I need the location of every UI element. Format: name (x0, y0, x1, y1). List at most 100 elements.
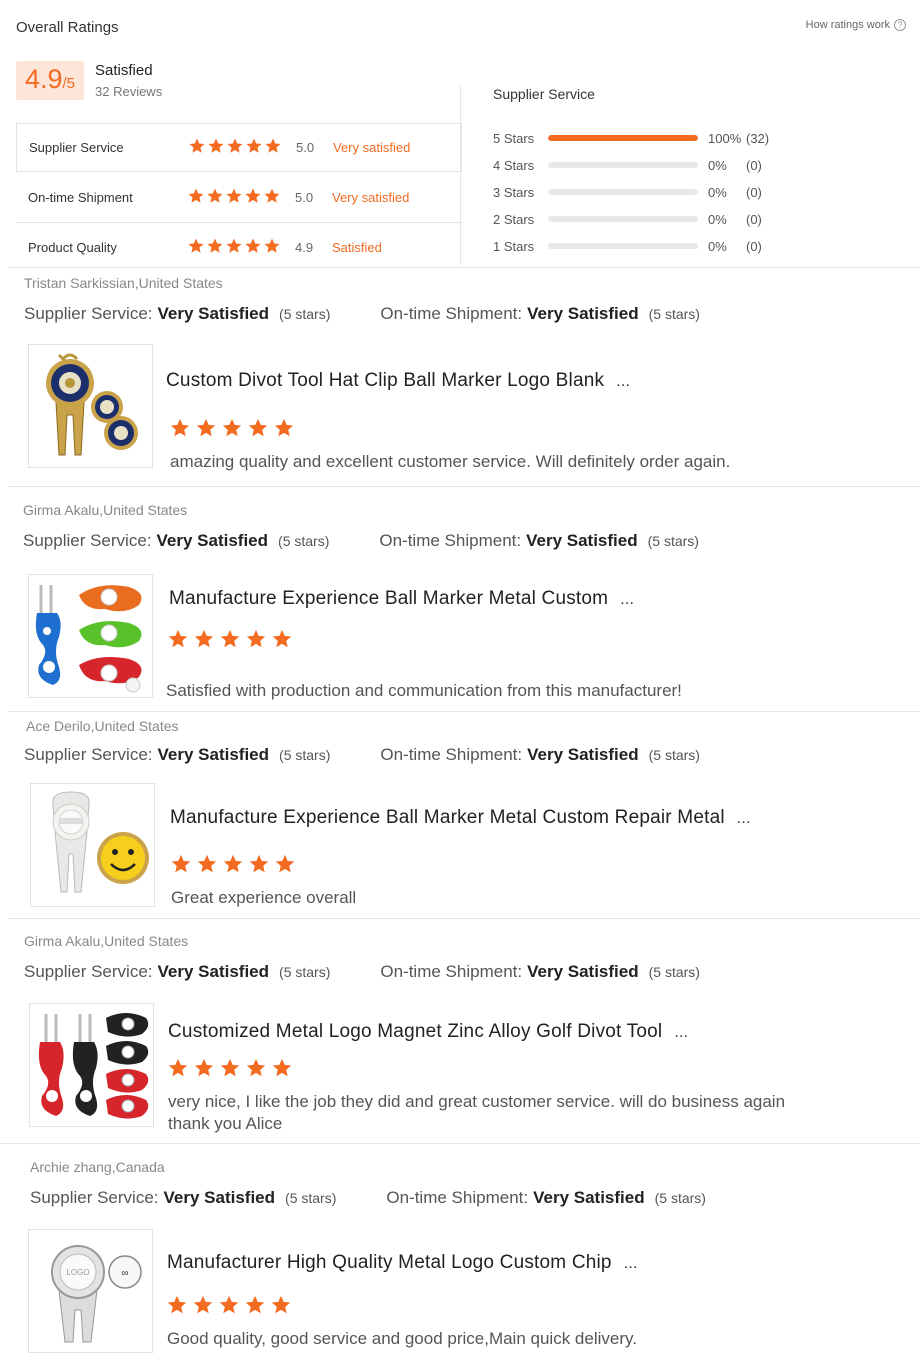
product-title: Manufacturer High Quality Metal Logo Cus… (167, 1252, 612, 1273)
category-value: 5.0 (295, 190, 314, 205)
supplier-service-label: Supplier Service: (23, 531, 152, 550)
distribution-label: 5 Stars (493, 130, 535, 146)
product-title-link[interactable]: Customized Metal Logo Magnet Zinc Alloy … (168, 1021, 688, 1043)
divider (8, 918, 920, 919)
star-icon (263, 237, 281, 258)
ontime-shipment-label: On-time Shipment: (380, 745, 523, 764)
how-ratings-work-link[interactable]: How ratings work ? (806, 19, 906, 31)
ontime-shipment-label: On-time Shipment: (379, 531, 522, 550)
logo-chip-divot-tool-image: LOGO ∞ (51, 1245, 142, 1343)
star-icon (187, 237, 205, 258)
star-icon (270, 1294, 292, 1321)
star-icon (271, 628, 293, 655)
distribution-count: (0) (746, 184, 762, 200)
ontime-shipment-value: Very Satisfied (533, 1188, 645, 1207)
review-stars (167, 628, 293, 655)
divider (0, 1143, 920, 1144)
more-icon[interactable]: ... (674, 1024, 688, 1041)
product-title-link[interactable]: Manufacture Experience Ball Marker Metal… (170, 807, 751, 829)
category-value: 5.0 (296, 140, 315, 155)
distribution-bar (548, 243, 698, 249)
review-stars (169, 417, 295, 444)
product-title: Manufacture Experience Ball Marker Metal… (170, 807, 725, 828)
how-ratings-work-label: How ratings work (805, 19, 890, 31)
star-icon (225, 187, 243, 208)
divider (8, 267, 920, 268)
product-thumbnail[interactable] (30, 783, 155, 907)
supplier-service-value: Very Satisfied (157, 304, 270, 323)
more-icon[interactable]: ... (737, 810, 751, 827)
category-name: Supplier Service (29, 140, 124, 155)
ontime-shipment-stars: (5 stars) (654, 1190, 706, 1206)
category-stars (187, 187, 281, 208)
supplier-service-label: Supplier Service: (24, 304, 153, 323)
product-thumbnail[interactable] (29, 1003, 154, 1127)
distribution-label: 1 Stars (493, 238, 535, 254)
star-icon (188, 137, 206, 158)
overall-ratings-title: Overall Ratings (16, 19, 119, 36)
review-text: Satisfied with production and communicat… (166, 681, 682, 700)
smiley-ball-marker-image (52, 791, 149, 893)
more-icon[interactable]: ... (616, 373, 630, 390)
review-ratings-line: Supplier Service: Very Satisfied (5 star… (30, 1188, 706, 1208)
product-title-link[interactable]: Manufacturer High Quality Metal Logo Cus… (167, 1252, 638, 1274)
star-icon (196, 853, 218, 880)
distribution-count: (0) (746, 238, 762, 254)
star-icon (206, 237, 224, 258)
product-title: Customized Metal Logo Magnet Zinc Alloy … (168, 1021, 663, 1042)
ontime-shipment-label: On-time Shipment: (380, 962, 523, 981)
star-icon (225, 237, 243, 258)
distribution-bar (548, 135, 698, 141)
distribution-count: (32) (746, 130, 770, 146)
supplier-service-stars: (5 stars) (279, 306, 331, 322)
supplier-service-value: Very Satisfied (163, 1188, 276, 1207)
distribution-label: 4 Stars (493, 157, 535, 173)
review-author: Ace Derilo,United States (26, 718, 179, 734)
overall-satisfaction: Satisfied (95, 62, 153, 79)
category-ratings-table: Supplier Service 5.0 Very satisfied On-t… (16, 123, 462, 263)
ontime-shipment-value: Very Satisfied (526, 531, 638, 550)
distribution-bar-fill (548, 135, 698, 141)
divot-tool-hat-clip-image (46, 353, 138, 456)
more-icon[interactable]: ... (624, 1255, 638, 1272)
supplier-service-value: Very Satisfied (157, 962, 270, 981)
ontime-shipment-value: Very Satisfied (527, 304, 639, 323)
ontime-shipment-value: Very Satisfied (527, 745, 639, 764)
distribution-row-4: 4 Stars 0% (0) (493, 157, 786, 173)
product-title-link[interactable]: Manufacture Experience Ball Marker Metal… (169, 588, 634, 610)
star-icon (218, 1294, 240, 1321)
distribution-row-1: 1 Stars 0% (0) (493, 238, 786, 254)
help-icon: ? (894, 19, 906, 31)
star-icon (245, 1057, 267, 1084)
category-stars (187, 237, 281, 258)
review-author: Girma Akalu,United States (24, 933, 189, 949)
more-icon[interactable]: ... (620, 591, 634, 608)
distribution-bar (548, 189, 698, 195)
product-thumbnail[interactable] (28, 344, 153, 468)
product-title-link[interactable]: Custom Divot Tool Hat Clip Ball Marker L… (166, 370, 630, 392)
ontime-shipment-stars: (5 stars) (648, 747, 700, 763)
review-stars (166, 1294, 292, 1321)
star-icon (244, 1294, 266, 1321)
category-label: Very satisfied (332, 190, 410, 205)
overall-score-badge: 4.9 /5 (16, 61, 84, 100)
product-thumbnail[interactable] (28, 574, 153, 698)
review-stars (170, 853, 296, 880)
star-icon (248, 853, 270, 880)
svg-text:∞: ∞ (121, 1268, 128, 1279)
distribution-row-3: 3 Stars 0% (0) (493, 184, 786, 200)
category-stars (188, 137, 282, 158)
distribution-pct: 0% (708, 157, 727, 173)
review-count: 32 Reviews (95, 84, 163, 99)
distribution-title: Supplier Service (493, 86, 595, 102)
star-icon (187, 187, 205, 208)
product-title: Custom Divot Tool Hat Clip Ball Marker L… (166, 370, 605, 391)
category-value: 4.9 (295, 239, 314, 255)
supplier-service-value: Very Satisfied (157, 745, 270, 764)
supplier-service-stars: (5 stars) (278, 533, 330, 549)
star-icon (247, 417, 269, 444)
product-thumbnail[interactable]: LOGO ∞ (28, 1229, 153, 1353)
product-title: Manufacture Experience Ball Marker Metal… (169, 588, 609, 609)
supplier-service-label: Supplier Service: (24, 745, 153, 764)
star-icon (226, 137, 244, 158)
